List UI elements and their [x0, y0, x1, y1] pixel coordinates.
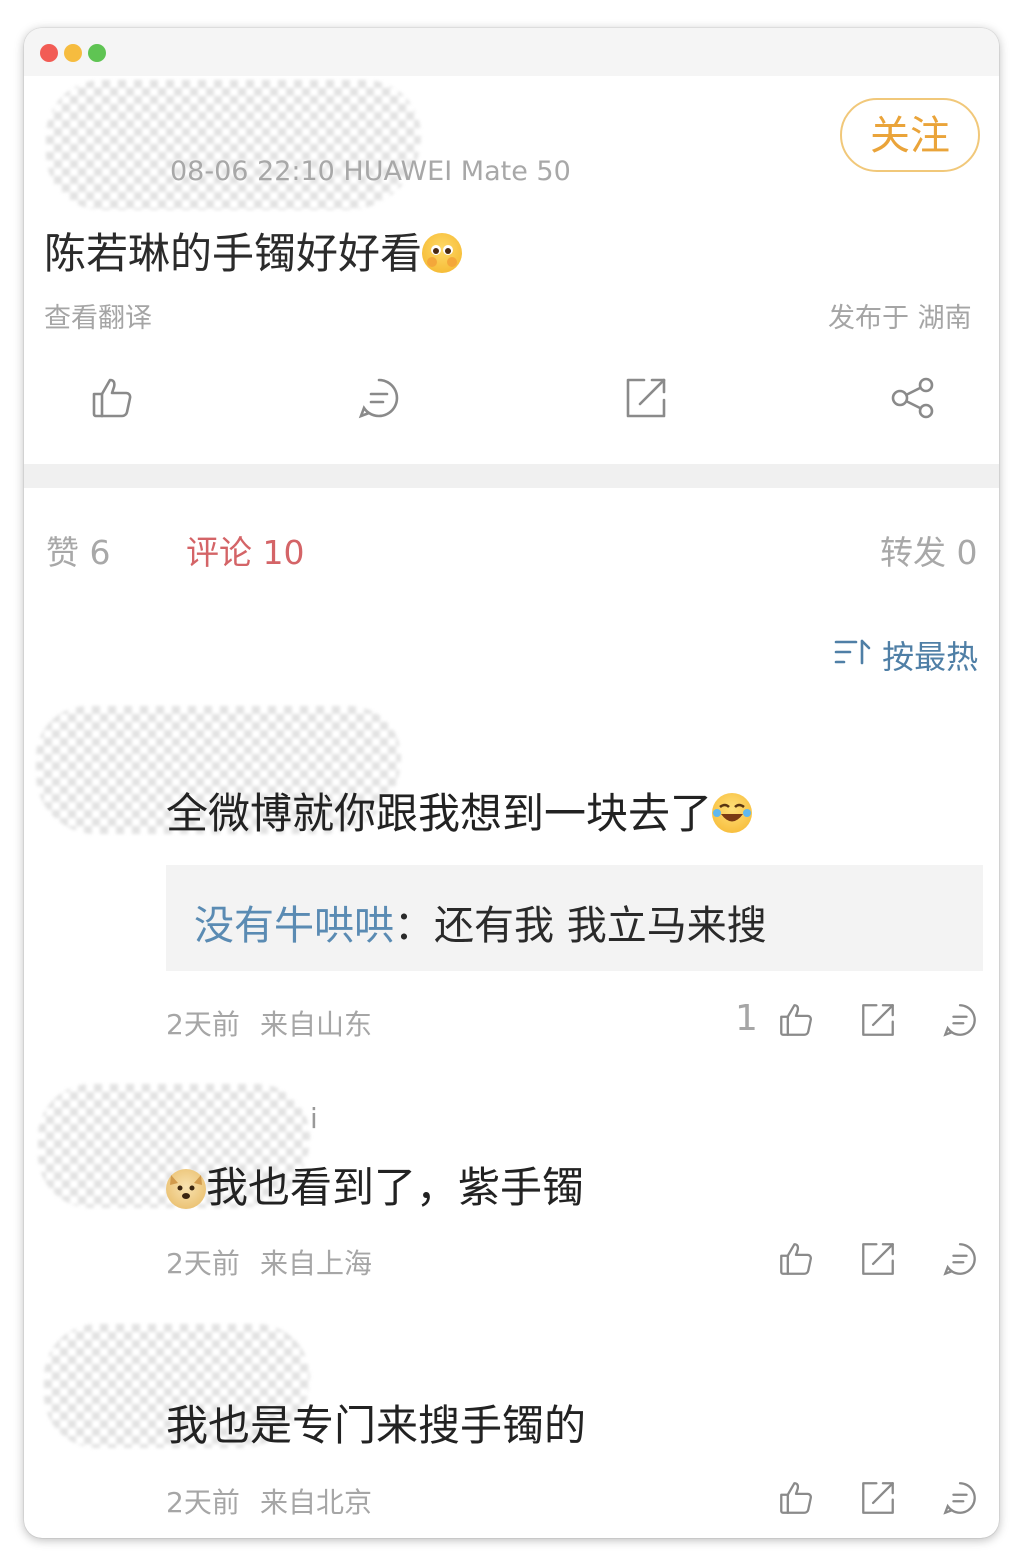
maximize-window-button[interactable]	[88, 44, 106, 62]
reply-separator: ：	[394, 903, 434, 949]
comment-reply-box[interactable]: 没有牛哄哄：还有我 我立马来搜	[166, 865, 983, 971]
sort-label: 按最热	[882, 638, 979, 676]
tab-comments[interactable]: 评论 10	[186, 526, 304, 574]
minimize-window-button[interactable]	[64, 44, 82, 62]
thumbs-up-icon[interactable]	[90, 376, 134, 420]
post-author-avatar-redacted[interactable]	[46, 80, 421, 210]
comment-text-content: 我也是专门来搜手镯的	[166, 1401, 587, 1450]
translate-link[interactable]: 查看翻译	[44, 296, 152, 335]
comment-text: 我也是专门来搜手镯的	[166, 1392, 586, 1453]
thumbs-up-icon[interactable]	[778, 1002, 814, 1038]
reply-text: 还有我 我立马来搜	[434, 903, 767, 949]
close-window-button[interactable]	[40, 44, 58, 62]
comment-icon[interactable]	[942, 1480, 978, 1516]
comment-icon[interactable]	[942, 1002, 978, 1038]
comment-text: 我也看到了，紫手镯	[166, 1154, 584, 1215]
comment-text-content: 我也看到了，紫手镯	[206, 1163, 585, 1212]
thumbs-up-icon[interactable]	[778, 1480, 814, 1516]
tears-of-joy-emoji-icon	[712, 792, 753, 833]
title-bar	[24, 28, 999, 76]
comment-like-count: 1	[735, 998, 758, 1039]
comment-icon[interactable]	[942, 1241, 978, 1277]
comment-time: 2天前	[166, 1247, 240, 1280]
comment-time: 2天前	[166, 1008, 240, 1041]
post-text-content: 陈若琳的手镯好好看	[44, 229, 423, 278]
comment-username-tail: i	[310, 1102, 318, 1135]
repost-icon[interactable]	[860, 1480, 896, 1516]
repost-icon[interactable]	[860, 1241, 896, 1277]
doge-emoji-icon	[166, 1168, 206, 1209]
comment-source: 来自山东	[260, 1008, 373, 1041]
comment-icon[interactable]	[357, 376, 401, 420]
repost-icon[interactable]	[860, 1002, 896, 1038]
reply-line: 没有牛哄哄：还有我 我立马来搜	[194, 893, 767, 951]
share-icon[interactable]	[890, 376, 936, 420]
section-divider	[24, 464, 999, 488]
post-text: 陈若琳的手镯好好看	[44, 220, 463, 281]
follow-button[interactable]: 关注	[840, 98, 980, 172]
sort-icon	[834, 637, 872, 675]
thumbs-up-icon[interactable]	[778, 1241, 814, 1277]
post-meta: 08-06 22:10 HUAWEI Mate 50	[170, 156, 571, 187]
pleading-face-emoji-icon	[422, 232, 463, 273]
reply-username[interactable]: 没有牛哄哄	[194, 903, 394, 949]
comment-text-content: 全微博就你跟我想到一块去了	[166, 789, 713, 838]
comment-time: 2天前	[166, 1486, 240, 1519]
tab-reposts[interactable]: 转发 0	[880, 526, 978, 574]
app-window: 08-06 22:10 HUAWEI Mate 50 关注 陈若琳的手镯好好看 …	[24, 28, 999, 1538]
post-location: 发布于 湖南	[828, 303, 972, 334]
comment-source: 来自上海	[260, 1247, 373, 1280]
repost-icon[interactable]	[624, 376, 668, 420]
comment-text: 全微博就你跟我想到一块去了	[166, 780, 753, 841]
tab-likes[interactable]: 赞 6	[46, 526, 111, 574]
comment-source: 来自北京	[260, 1486, 373, 1519]
sort-button[interactable]: 按最热	[834, 632, 978, 678]
